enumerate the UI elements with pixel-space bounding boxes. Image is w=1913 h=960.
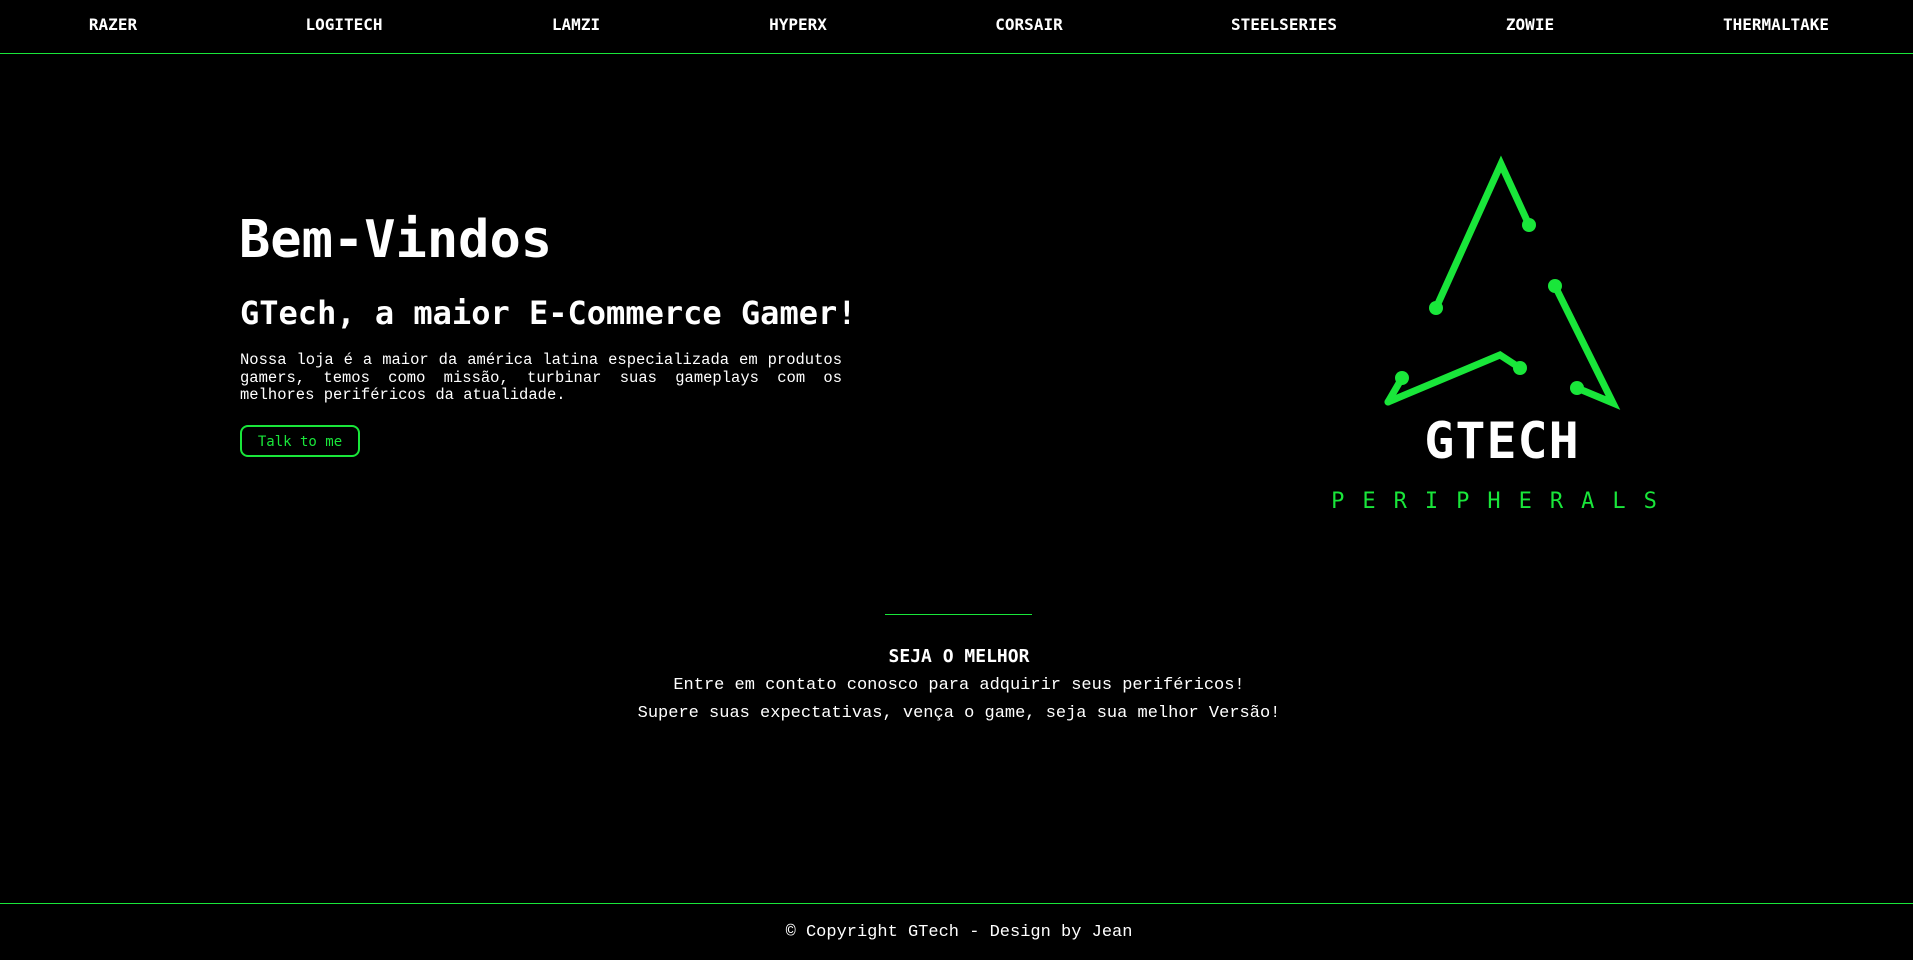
nav-link-corsair[interactable]: CORSAIR [995, 15, 1062, 34]
circuit-triangle-icon [1384, 155, 1621, 410]
hero-subtitle: GTech, a maior E-Commerce Gamer! [240, 294, 857, 332]
hero-title: Bem-Vindos [239, 210, 553, 270]
circuit-nodes-icon [1395, 218, 1584, 395]
section-divider [885, 614, 1032, 615]
gtech-logo: GTECH PERIPHERALS [1320, 150, 1700, 520]
top-navigation: RAZER LOGITECH LAMZI HYPERX CORSAIR STEE… [0, 0, 1913, 54]
nav-link-lamzi[interactable]: LAMZI [552, 15, 600, 34]
footer: © Copyright GTech - Design by Jean [0, 903, 1913, 960]
nav-link-hyperx[interactable]: HYPERX [769, 15, 827, 34]
cta-heading: SEJA O MELHOR [888, 646, 1030, 667]
cta-text-line-2: Supere suas expectativas, vença o game, … [637, 704, 1281, 723]
nav-link-steelseries[interactable]: STEELSERIES [1231, 15, 1337, 34]
nav-link-thermaltake[interactable]: THERMALTAKE [1723, 15, 1829, 34]
cta-text-line-1: Entre em contato conosco para adquirir s… [673, 676, 1245, 695]
nav-link-logitech[interactable]: LOGITECH [305, 15, 382, 34]
footer-copyright: © Copyright GTech - Design by Jean [785, 923, 1133, 942]
logo-tagline: PERIPHERALS [1331, 489, 1675, 514]
nav-link-zowie[interactable]: ZOWIE [1506, 15, 1554, 34]
talk-to-me-button[interactable]: Talk to me [240, 425, 360, 457]
hero-description: Nossa loja é a maior da américa latina e… [240, 351, 842, 404]
logo-wordmark: GTECH [1424, 412, 1580, 470]
nav-link-razer[interactable]: RAZER [89, 15, 137, 34]
